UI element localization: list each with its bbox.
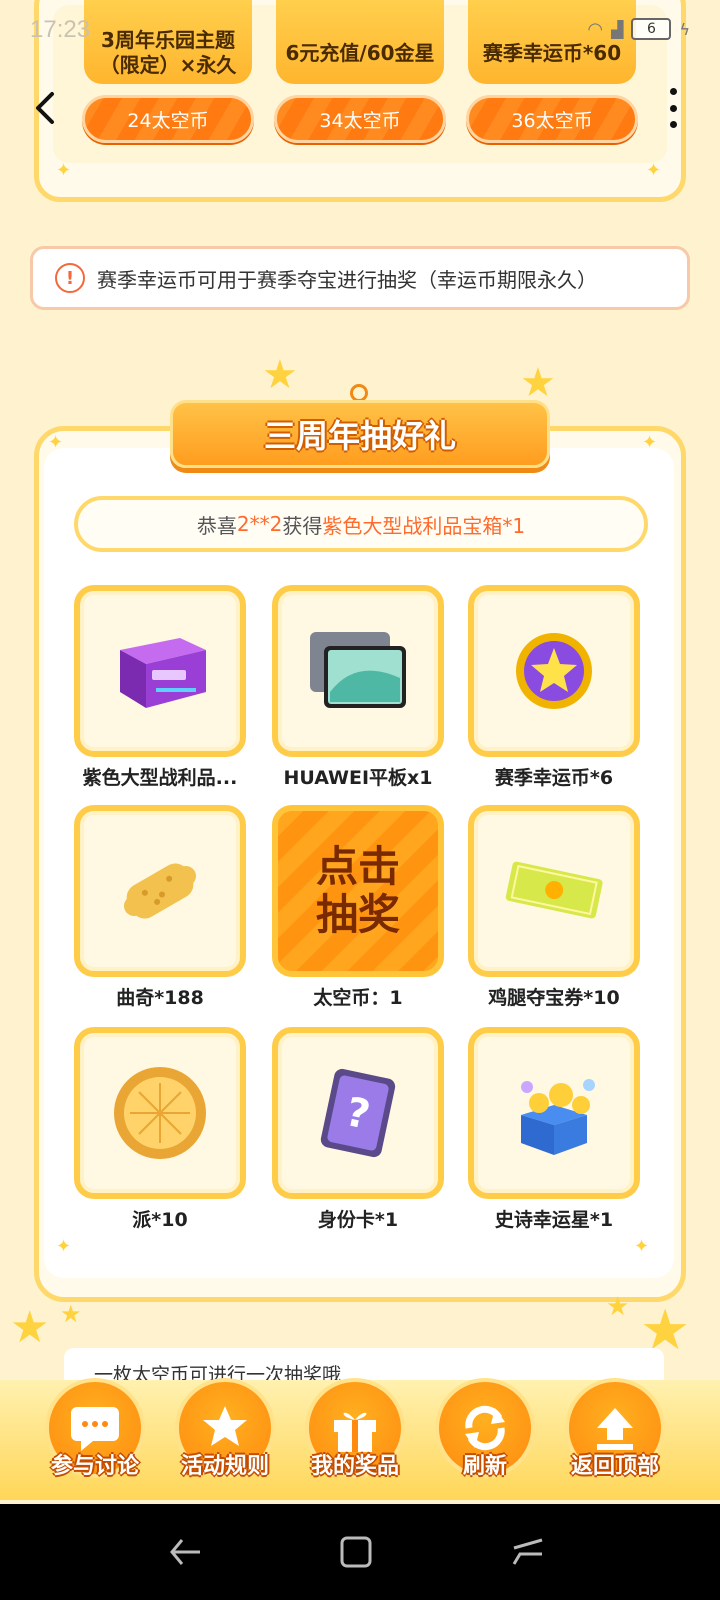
- exchange-item-recharge: 6元充值/60金星: [276, 0, 444, 84]
- prize-cell: 曲奇*188: [72, 805, 248, 1015]
- ticket-icon: [505, 861, 603, 919]
- winner-broadcast: 恭喜 2**2 获得 紫色大型战利品宝箱*1: [74, 496, 648, 552]
- prize-frame: [272, 585, 444, 757]
- prize-cell: 史诗幸运星*1: [466, 1027, 642, 1237]
- sparkle-icon: ✦: [48, 432, 64, 453]
- refresh-button[interactable]: 刷新: [430, 1378, 540, 1488]
- draw-cell[interactable]: 点击 抽奖 太空币：1: [270, 805, 446, 1015]
- lucky-coin-icon: [516, 633, 592, 709]
- epic-star-box-icon: [521, 1079, 595, 1155]
- footer-label: 返回顶部: [570, 1454, 659, 1479]
- space-coin-balance: 太空币：1: [313, 987, 403, 1009]
- prize-label: 赛季幸运币*6: [494, 767, 614, 789]
- wifi-icon: ◠: [587, 18, 604, 40]
- prize-label: 史诗幸运星*1: [494, 1209, 614, 1231]
- more-menu-icon[interactable]: [666, 88, 680, 128]
- winner-user: 2**2: [236, 512, 283, 536]
- draw-button[interactable]: 点击 抽奖: [272, 805, 444, 977]
- star-decoration-icon: ★: [10, 1302, 50, 1353]
- tablet-icon: [310, 632, 406, 708]
- sparkle-icon: ✦: [56, 160, 72, 181]
- nav-home-icon[interactable]: [336, 1534, 376, 1574]
- prize-label: 鸡腿夺宝券*10: [488, 987, 620, 1009]
- exchange-item-name: 赛季幸运币*60: [482, 40, 622, 65]
- status-time: 17:23: [30, 16, 91, 43]
- discussion-button[interactable]: 参与讨论: [40, 1378, 150, 1488]
- prize-cell: 紫色大型战利品...: [72, 585, 248, 795]
- chevron-left-icon: [36, 92, 54, 124]
- purple-chest-icon: [120, 638, 206, 708]
- exchange-button-3[interactable]: 36太空币: [466, 95, 638, 143]
- prize-label: 曲奇*188: [116, 987, 204, 1009]
- exchange-button-2[interactable]: 34太空币: [274, 95, 446, 143]
- sparkle-icon: ✦: [642, 432, 658, 453]
- rules-button[interactable]: 活动规则: [170, 1378, 280, 1488]
- prize-frame: ?: [272, 1027, 444, 1199]
- signal-icon: ▟: [611, 19, 624, 39]
- prize-frame: [468, 585, 640, 757]
- notice-text: 赛季幸运币可用于赛季夺宝进行抽奖（幸运币期限永久）: [97, 267, 597, 292]
- prize-cell: HUAWEI平板x1: [270, 585, 446, 795]
- footer-label: 刷新: [462, 1454, 507, 1479]
- congrats-prefix: 恭喜: [196, 513, 237, 538]
- back-arrow-icon[interactable]: [30, 88, 64, 128]
- prize-frame: [468, 1027, 640, 1199]
- winner-prize: 紫色大型战利品宝箱*1: [322, 513, 526, 538]
- prize-cell: 鸡腿夺宝券*10: [466, 805, 642, 1015]
- cookie-icon: [124, 863, 196, 919]
- exchange-item-name: 3周年乐园主题（限定）×永久: [99, 28, 237, 77]
- exchange-button-1[interactable]: 24太空币: [82, 95, 254, 143]
- star-decoration-icon: ★: [60, 1300, 82, 1328]
- footer-label: 活动规则: [180, 1454, 269, 1479]
- charging-icon: ϟ: [679, 19, 690, 39]
- lottery-title: 三周年抽好礼: [170, 400, 550, 468]
- prize-cell: 派*10: [72, 1027, 248, 1237]
- sparkle-icon: ✦: [646, 160, 662, 181]
- prize-frame: [74, 1027, 246, 1199]
- exchange-item-name: 6元充值/60金星: [285, 40, 435, 65]
- nav-recents-icon[interactable]: [508, 1534, 548, 1574]
- battery-level: 6: [646, 21, 656, 37]
- draw-button-line2: 抽奖: [315, 890, 400, 939]
- footer-label: 参与讨论: [50, 1454, 139, 1479]
- battery-icon: 6: [631, 18, 672, 40]
- prize-frame: [468, 805, 640, 977]
- identity-card-icon: ?: [320, 1068, 396, 1158]
- exchange-item-theme: 3周年乐园主题（限定）×永久: [84, 0, 252, 84]
- nav-back-icon[interactable]: [166, 1534, 206, 1574]
- star-decoration-icon: ★: [606, 1292, 630, 1322]
- back-to-top-button[interactable]: 返回顶部: [560, 1378, 670, 1488]
- status-icons: ◠ ▟ 6 ϟ: [587, 18, 690, 40]
- system-nav-bar: [0, 1504, 720, 1600]
- prize-label: 紫色大型战利品...: [82, 767, 238, 789]
- prize-grid: 紫色大型战利品... HUAWEI平板x1 赛季幸运币*6 曲奇*188 点击 …: [72, 585, 648, 1245]
- congrats-middle: 获得: [282, 513, 323, 538]
- notice-bar: ! 赛季幸运币可用于赛季夺宝进行抽奖（幸运币期限永久）: [30, 246, 690, 310]
- warning-icon: !: [55, 263, 85, 293]
- exchange-item-lucky-coin: 赛季幸运币*60: [468, 0, 636, 84]
- prize-cell: 赛季幸运币*6: [466, 585, 642, 795]
- star-decoration-icon: ★: [262, 352, 298, 398]
- prize-frame: [74, 805, 246, 977]
- draw-button-line1: 点击: [315, 842, 400, 891]
- prize-frame: [74, 585, 246, 757]
- pie-icon: [114, 1067, 206, 1159]
- prize-label: 身份卡*1: [317, 1209, 399, 1231]
- footer-label: 我的奖品: [310, 1454, 399, 1479]
- prize-label: 派*10: [132, 1209, 188, 1231]
- sparkle-icon: ✦: [56, 1236, 72, 1257]
- prize-cell: ? 身份卡*1: [270, 1027, 446, 1237]
- my-prizes-button[interactable]: 我的奖品: [300, 1378, 410, 1488]
- prize-label: HUAWEI平板x1: [283, 767, 433, 789]
